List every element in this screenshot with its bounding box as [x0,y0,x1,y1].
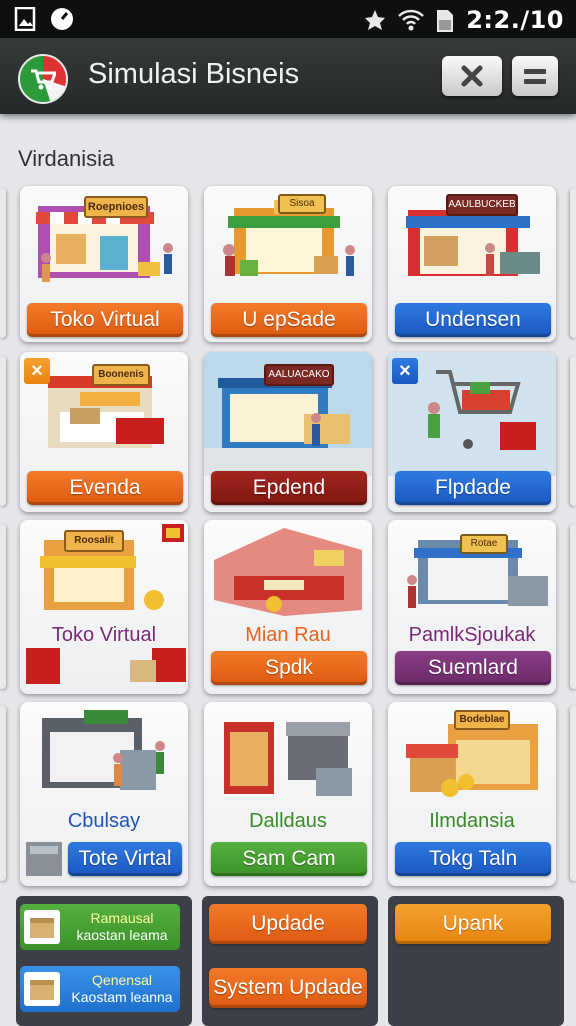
business-name: Mian Rau [245,624,331,646]
photo-icon [14,6,36,32]
side-card-left [0,524,6,689]
promo-panel: Ramausal kaostan leama Qenensal Kaostam le… [16,896,192,1026]
shop-sign: Roepnioes [84,196,148,218]
system-update-button[interactable]: System Updade [209,968,367,1008]
business-name: Ilmdansia [429,810,515,832]
business-name: Dalldaus [249,810,327,832]
shop-illustration [224,722,352,796]
promo-subtitle: kaostan leama [76,927,168,943]
shop-sign: Bodeblae [454,710,510,730]
wifi-icon [398,9,425,31]
business-card-3[interactable]: AAULBUCKEB Undensen [388,186,556,342]
app-bar: Simulasi Bisneis [0,38,576,114]
promo-item[interactable]: Qenensal Kaostam leanna [20,966,180,1012]
business-card-6[interactable]: × Flpdade [388,352,556,512]
business-button[interactable]: Evenda [27,471,183,505]
business-button[interactable]: Spdk [211,651,367,685]
business-card-8[interactable]: Mian Rau Spdk [204,520,372,694]
shop-sign: Roosalit [64,530,124,552]
side-card-left [0,356,6,506]
business-card-7[interactable]: Roosalit Toko Virtual [20,520,188,694]
section-title: Virdanisia [18,146,115,171]
business-name: Cbulsay [67,810,141,832]
side-card-left [0,706,6,881]
close-button[interactable] [442,56,502,96]
box-icon [24,972,60,1006]
menu-icon [524,69,546,84]
business-button[interactable]: Toko Virtual [27,303,183,337]
upank-button[interactable]: Upank [395,904,551,944]
shop-sign: Rotae [460,534,508,554]
side-card-right [570,524,576,689]
sim-icon [436,9,454,32]
status-bar: 2:2./10 [0,0,576,38]
app-title: Simulasi Bisneis [88,58,300,90]
upank-panel: Upank [388,896,564,1026]
promo-item[interactable]: Ramausal kaostan leama [20,904,180,950]
close-icon [461,65,483,87]
shop-sign: AAULBUCKEB [446,194,518,216]
business-card-12[interactable]: Bodeblae Ilmdansia Tokg Taln [388,702,556,886]
menu-button[interactable] [512,56,558,96]
business-card-4[interactable]: × Boonenis Evenda [20,352,188,512]
business-card-5[interactable]: AALUACAKO Epdend [204,352,372,512]
side-card-right [570,706,576,881]
business-card-2[interactable]: Sisoa U epSade [204,186,372,342]
close-icon[interactable]: × [24,358,50,384]
business-button[interactable]: Undensen [395,303,551,337]
business-name: Toko Virtual [51,624,157,646]
promo-title: Ramausal [90,910,154,926]
business-card-9[interactable]: Rotae PamlkSjoukak Suemlard [388,520,556,694]
business-button[interactable]: Epdend [211,471,367,505]
promo-subtitle: Kaostam leanna [71,989,173,1005]
business-card-10[interactable]: Cbulsay Tote Virtal [20,702,188,886]
business-button[interactable]: Flpdade [395,471,551,505]
cart-icon [31,69,56,90]
speed-icon [50,7,73,30]
update-panel: Updade System Updade [202,896,378,1026]
side-card-left [0,188,6,338]
clock: 2:2./10 [466,6,564,34]
business-card-11[interactable]: Dalldaus Sam Cam [204,702,372,886]
close-icon[interactable]: × [392,358,418,384]
business-button[interactable]: Tokg Taln [395,842,551,876]
signal-icon [364,9,386,31]
side-card-right [570,356,576,506]
business-button[interactable]: Tote Virtal [68,842,182,876]
business-name: PamlkSjoukak [408,624,536,646]
side-card-right [570,188,576,338]
business-button[interactable]: Sam Cam [211,842,367,876]
shop-illustration [214,528,362,616]
shop-sign: AALUACAKO [264,364,334,386]
update-button[interactable]: Updade [209,904,367,944]
shop-sign: Boonenis [92,364,150,386]
app-logo [18,54,68,104]
promo-title: Qenensal [92,972,152,988]
shop-sign: Sisoa [278,194,326,214]
box-icon [24,910,60,944]
business-button[interactable]: Suemlard [395,651,551,685]
business-card-1[interactable]: Roepnioes Toko Virtual [20,186,188,342]
business-button[interactable]: U epSade [211,303,367,337]
